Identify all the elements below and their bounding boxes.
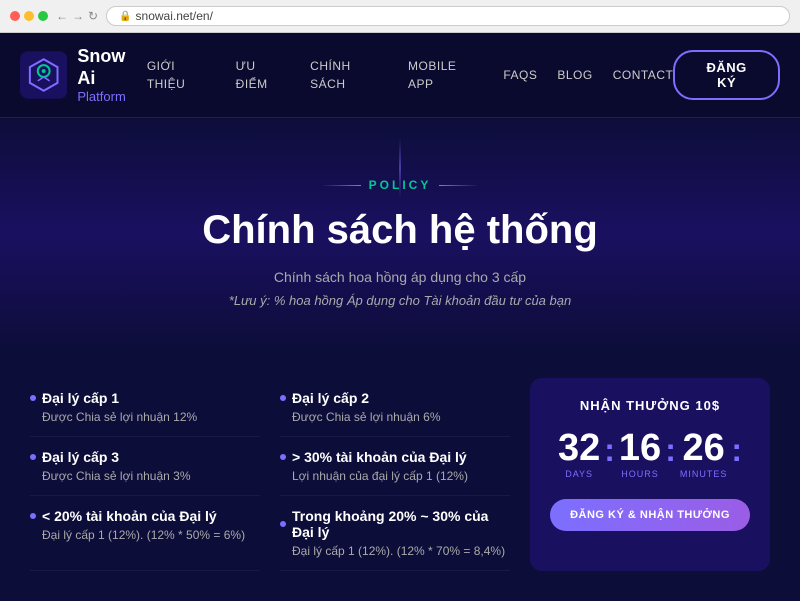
nav-link-benefits[interactable]: ƯU ĐIỂM: [236, 59, 268, 91]
hours-value: 16: [619, 429, 661, 467]
timer-hours: 16 HOURS: [619, 429, 661, 479]
nav-link-contact[interactable]: CONTACT: [613, 68, 674, 82]
nav-arrows: ← → ↻: [56, 9, 98, 23]
hero-note: *Lưu ý: % hoa hồng Áp dụng cho Tài khoản…: [20, 293, 780, 308]
nav-item-benefits[interactable]: ƯU ĐIỂM: [236, 57, 291, 93]
address-bar[interactable]: 🔒 snowai.net/en/: [106, 6, 790, 26]
policy-item-6: Trong khoảng 20% ~ 30% của Đại lý Đại lý…: [280, 496, 510, 571]
hero-subtitle: Chính sách hoa hồng áp dụng cho 3 cấp: [20, 269, 780, 285]
policy-item-2: Đại lý cấp 2 Được Chia sẻ lợi nhuận 6%: [280, 378, 510, 437]
browser-chrome: ← → ↻ 🔒 snowai.net/en/: [0, 0, 800, 33]
nav-item-faqs[interactable]: FAQS: [503, 66, 537, 84]
policy-item-6-title: Trong khoảng 20% ~ 30% của Đại lý: [280, 508, 510, 540]
policy-item-1: Đại lý cấp 1 Được Chia sẻ lợi nhuận 12%: [30, 378, 260, 437]
nav-link-intro[interactable]: GIỚI THIỆU: [147, 59, 186, 91]
timer-days: 32 DAYS: [558, 429, 600, 479]
close-button[interactable]: [10, 11, 20, 21]
policy-item-4-desc: Lợi nhuận của đại lý cấp 1 (12%): [280, 469, 510, 483]
colon-2: :: [665, 434, 676, 474]
logo-icon: [20, 51, 67, 99]
policy-item-2-desc: Được Chia sẻ lợi nhuận 6%: [280, 410, 510, 424]
colon-3: :: [731, 434, 742, 474]
nav-item-app[interactable]: MOBILE APP: [408, 57, 483, 93]
bullet-icon-3: [30, 454, 36, 460]
days-label: DAYS: [558, 469, 600, 479]
timer-minutes: 26 MINUTES: [680, 429, 728, 479]
countdown-title: NHẬN THƯỞNG 10$: [550, 398, 750, 413]
lock-icon: 🔒: [119, 11, 131, 22]
hero-section: POLICY Chính sách hệ thống Chính sách ho…: [0, 118, 800, 348]
nav-link-policy[interactable]: CHÍNH SÁCH: [310, 59, 351, 91]
policy-item-3-title: Đại lý cấp 3: [30, 449, 260, 465]
nav-link-faqs[interactable]: FAQS: [503, 68, 537, 82]
nav-links: GIỚI THIỆU ƯU ĐIỂM CHÍNH SÁCH MOBILE APP…: [147, 57, 674, 93]
browser-buttons: [10, 11, 48, 21]
logo-name: Snow Ai: [77, 46, 146, 89]
policy-item-1-desc: Được Chia sẻ lợi nhuận 12%: [30, 410, 260, 424]
hours-label: HOURS: [619, 469, 661, 479]
maximize-button[interactable]: [38, 11, 48, 21]
nav-link-app[interactable]: MOBILE APP: [408, 59, 456, 91]
logo-area[interactable]: Snow Ai Platform: [20, 46, 147, 104]
nav-item-intro[interactable]: GIỚI THIỆU: [147, 57, 216, 93]
policy-item-3: Đại lý cấp 3 Được Chia sẻ lợi nhuận 3%: [30, 437, 260, 496]
register-reward-button[interactable]: ĐĂNG KÝ & NHẬN THƯỞNG: [550, 499, 750, 531]
bullet-icon-1: [30, 395, 36, 401]
days-value: 32: [558, 429, 600, 467]
policy-item-2-title: Đại lý cấp 2: [280, 390, 510, 406]
policy-item-3-desc: Được Chia sẻ lợi nhuận 3%: [30, 469, 260, 483]
bullet-icon-6: [280, 521, 286, 527]
policy-item-1-title: Đại lý cấp 1: [30, 390, 260, 406]
minutes-label: MINUTES: [680, 469, 728, 479]
bullet-icon-2: [280, 395, 286, 401]
policy-item-5-desc: Đại lý cấp 1 (12%). (12% * 50% = 6%): [30, 528, 260, 542]
nav-item-blog[interactable]: BLOG: [557, 66, 592, 84]
logo-sub: Platform: [77, 89, 146, 104]
navbar: Snow Ai Platform GIỚI THIỆU ƯU ĐIỂM CHÍN…: [0, 33, 800, 118]
policy-item-4-title: > 30% tài khoản của Đại lý: [280, 449, 510, 465]
url-text: snowai.net/en/: [136, 9, 213, 23]
countdown-widget: NHẬN THƯỞNG 10$ 32 DAYS : 16 HOURS : 26 …: [530, 378, 770, 571]
countdown-timer: 32 DAYS : 16 HOURS : 26 MINUTES :: [550, 429, 750, 479]
policy-item-4: > 30% tài khoản của Đại lý Lợi nhuận của…: [280, 437, 510, 496]
back-icon[interactable]: ←: [56, 9, 68, 23]
colon-1: :: [604, 434, 615, 474]
policy-label: POLICY: [20, 178, 780, 192]
minimize-button[interactable]: [24, 11, 34, 21]
reload-icon[interactable]: ↻: [88, 9, 98, 23]
bullet-icon-5: [30, 513, 36, 519]
bullet-icon-4: [280, 454, 286, 460]
forward-icon[interactable]: →: [72, 9, 84, 23]
policy-item-5-title: < 20% tài khoản của Đại lý: [30, 508, 260, 524]
register-button[interactable]: ĐĂNG KÝ: [673, 50, 780, 100]
content-section: Đại lý cấp 1 Được Chia sẻ lợi nhuận 12% …: [0, 348, 800, 601]
nav-item-policy[interactable]: CHÍNH SÁCH: [310, 57, 388, 93]
nav-link-blog[interactable]: BLOG: [557, 68, 592, 82]
minutes-value: 26: [680, 429, 728, 467]
policy-item-5: < 20% tài khoản của Đại lý Đại lý cấp 1 …: [30, 496, 260, 571]
policy-item-6-desc: Đại lý cấp 1 (12%). (12% * 70% = 8,4%): [280, 544, 510, 558]
hero-title: Chính sách hệ thống: [20, 208, 780, 253]
logo-text: Snow Ai Platform: [77, 46, 146, 104]
policy-columns: Đại lý cấp 1 Được Chia sẻ lợi nhuận 12% …: [30, 378, 510, 571]
nav-item-contact[interactable]: CONTACT: [613, 66, 674, 84]
